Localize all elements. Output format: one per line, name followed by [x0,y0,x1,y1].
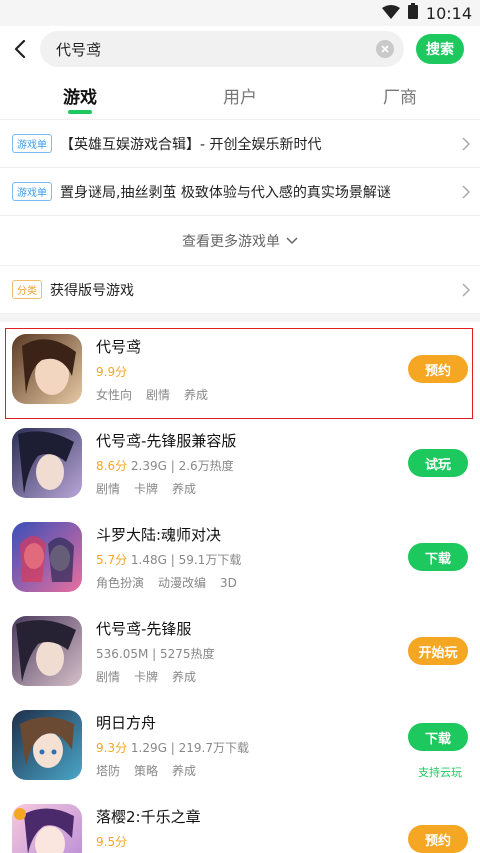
back-button[interactable] [0,26,40,72]
game-tag: 塔防 [96,763,121,778]
game-row[interactable]: 代号鸢 9.9分 女性向 剧情 养成 预约 [0,322,480,416]
category-tag: 分类 [12,280,42,299]
chevron-right-icon [462,184,470,199]
tab-users[interactable]: 用户 [160,72,320,119]
chevron-down-icon [286,236,298,244]
game-name: 斗罗大陆:魂师对决 [96,525,222,544]
game-score: 5.7分 [96,552,128,567]
wifi-icon [381,4,400,23]
game-tag: 卡牌 [134,669,159,684]
game-results: 代号鸢 9.9分 女性向 剧情 养成 预约 代号鸢-先锋服兼容版 8.6分 2.39… [0,322,480,853]
category-item[interactable]: 分类 获得版号游戏 [0,266,480,314]
game-tag: 养成 [184,387,209,402]
game-list-title: 【英雄互娱游戏合辑】- 开创全娱乐新时代 [60,136,322,153]
game-tag: 女性向 [96,387,133,402]
game-tag: 剧情 [146,387,171,402]
game-row[interactable]: 明日方舟 9.3分 1.29G | 219.7万下载 塔防 策略 养成 下载 支持云… [0,698,480,792]
search-button[interactable]: 搜索 [416,34,464,64]
game-row[interactable]: 斗罗大陆:魂师对决 5.7分 1.48G | 59.1万下载 角色扮演 动漫改编 3… [0,510,480,604]
more-game-lists-label: 查看更多游戏单 [182,233,280,250]
game-tag: 动漫改编 [158,575,207,590]
tab-vendors[interactable]: 厂商 [320,72,480,119]
game-name: 代号鸢-先锋服 [96,619,192,638]
game-row[interactable]: 代号鸢-先锋服兼容版 8.6分 2.39G | 2.6万热度 剧情 卡牌 养成 试玩 [0,416,480,510]
game-list-title: 置身谜局,抽丝剥茧 极致体验与代入感的真实场景解谜 [60,184,391,201]
game-list-tag: 游戏单 [12,182,52,201]
game-tag: 策略 [134,763,159,778]
download-button[interactable]: 下载 [408,723,468,751]
game-meta: 536.05M | 5275热度 [96,646,215,661]
game-icon [12,616,82,686]
game-tag: 剧情 [96,669,121,684]
result-tabs: 游戏 用户 厂商 [0,72,480,120]
search-field[interactable]: 代号鸢 [40,31,404,67]
game-meta: 1.29G | 219.7万下载 [127,740,249,755]
game-tag: 3D [220,575,237,590]
clear-search-icon[interactable] [376,40,394,58]
game-tag: 剧情 [96,481,121,496]
tab-label: 用户 [223,88,257,108]
game-score: 9.5分 [96,834,128,849]
game-meta: 1.48G | 59.1万下载 [127,552,242,567]
game-tag: 养成 [172,481,197,496]
status-bar: 10:14 [0,0,480,26]
top-bar: 代号鸢 搜索 [0,26,480,72]
section-divider [0,314,480,322]
game-name: 落樱2:千乐之章 [96,807,201,826]
status-time: 10:14 [425,3,472,23]
category-title: 获得版号游戏 [50,282,134,299]
search-input[interactable]: 代号鸢 [56,39,376,60]
game-tag: 养成 [172,763,197,778]
game-list-item[interactable]: 游戏单 【英雄互娱游戏合辑】- 开创全娱乐新时代 [0,120,480,168]
cloud-play-link[interactable]: 支持云玩 [418,764,462,780]
battery-icon [407,3,418,23]
game-tag: 角色扮演 [96,575,145,590]
game-meta: 2.39G | 2.6万热度 [127,458,234,473]
game-row[interactable]: 落樱2:千乐之章 9.5分 剧情养成卡牌 预约 [0,792,480,853]
game-score: 8.6分 [96,458,128,473]
try-play-button[interactable]: 试玩 [408,449,468,477]
game-list-tag: 游戏单 [12,134,52,153]
tab-games[interactable]: 游戏 [0,72,160,119]
tab-label: 游戏 [63,88,97,108]
game-icon [12,334,82,404]
game-score: 9.9分 [96,364,128,379]
game-tag: 卡牌 [134,481,159,496]
back-arrow-icon [14,40,26,58]
chevron-right-icon [462,282,470,297]
download-button[interactable]: 下载 [408,543,468,571]
reserve-button[interactable]: 预约 [408,355,468,383]
game-row[interactable]: 代号鸢-先锋服 536.05M | 5275热度 剧情 卡牌 养成 开始玩 [0,604,480,698]
game-icon [12,522,82,592]
game-icon [12,804,82,853]
game-icon [12,710,82,780]
game-name: 代号鸢-先锋服兼容版 [96,431,237,450]
game-name: 代号鸢 [96,337,142,356]
game-list-item[interactable]: 游戏单 置身谜局,抽丝剥茧 极致体验与代入感的真实场景解谜 [0,168,480,216]
game-icon [12,428,82,498]
start-play-button[interactable]: 开始玩 [408,637,468,665]
game-score: 9.3分 [96,740,128,755]
more-game-lists-button[interactable]: 查看更多游戏单 [0,216,480,266]
game-tag: 养成 [172,669,197,684]
active-tab-indicator [68,110,92,114]
chevron-right-icon [462,136,470,151]
reserve-button[interactable]: 预约 [408,825,468,853]
tab-label: 厂商 [383,88,417,108]
